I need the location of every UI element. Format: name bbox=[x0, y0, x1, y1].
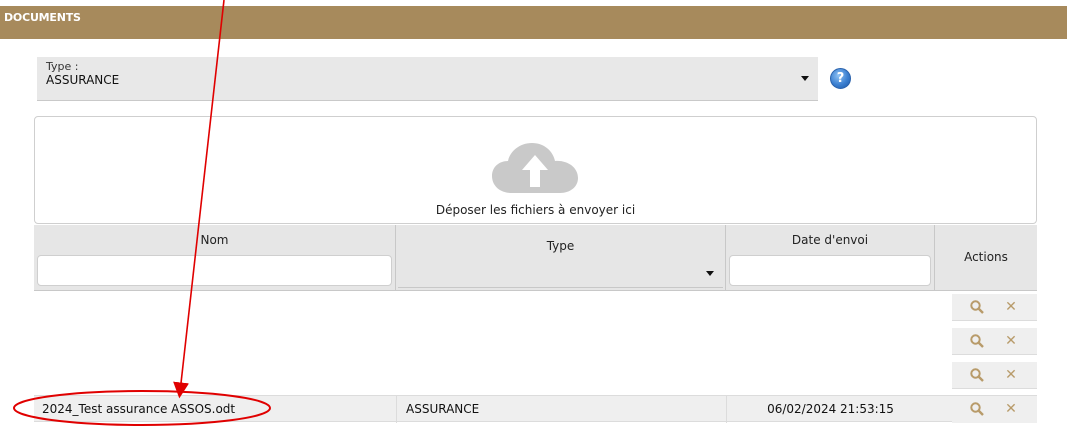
type-filter-select[interactable] bbox=[398, 255, 723, 288]
delete-icon[interactable]: ✕ bbox=[1003, 299, 1019, 315]
type-select-label: Type : bbox=[46, 60, 79, 73]
magnifier-icon[interactable] bbox=[969, 367, 985, 383]
file-dropzone[interactable]: Déposer les fichiers à envoyer ici bbox=[34, 116, 1037, 224]
table-row[interactable]: ✕ bbox=[34, 328, 1037, 355]
chevron-down-icon bbox=[801, 76, 809, 81]
documents-header: DOCUMENTS bbox=[0, 6, 1067, 39]
row-actions: ✕ bbox=[952, 362, 1037, 389]
magnifier-icon[interactable] bbox=[969, 333, 985, 349]
column-header-type: Type bbox=[396, 225, 726, 291]
cell-filename: 2024_Test assurance ASSOS.odt bbox=[42, 402, 236, 416]
delete-icon[interactable]: ✕ bbox=[1003, 333, 1019, 349]
column-header-name: Nom bbox=[34, 225, 396, 291]
cell-type: ASSURANCE bbox=[406, 402, 480, 416]
dropzone-text: Déposer les fichiers à envoyer ici bbox=[435, 203, 636, 217]
table-row[interactable]: ✕ bbox=[34, 362, 1037, 389]
magnifier-icon[interactable] bbox=[969, 299, 985, 315]
column-label-name: Nom bbox=[200, 233, 229, 247]
delete-icon[interactable]: ✕ bbox=[1003, 367, 1019, 383]
documents-title: DOCUMENTS bbox=[4, 11, 81, 24]
table-row[interactable]: ✕ bbox=[34, 294, 1037, 321]
column-label-type: Type bbox=[546, 239, 575, 253]
type-select-value: ASSURANCE bbox=[46, 73, 120, 87]
documents-table: Nom Type Date d'envoi Actions ✕ ✕ ✕ 2024… bbox=[34, 225, 1037, 430]
column-separator bbox=[396, 396, 397, 423]
table-row[interactable]: 2024_Test assurance ASSOS.odt ASSURANCE … bbox=[34, 395, 1037, 423]
column-header-actions: Actions bbox=[935, 225, 1037, 291]
magnifier-icon[interactable] bbox=[969, 401, 985, 417]
row-actions: ✕ bbox=[952, 396, 1037, 423]
cell-date: 06/02/2024 21:53:15 bbox=[767, 402, 894, 416]
column-label-date: Date d'envoi bbox=[791, 233, 869, 247]
date-filter-input[interactable] bbox=[729, 255, 931, 286]
delete-icon[interactable]: ✕ bbox=[1003, 401, 1019, 417]
cloud-upload-icon bbox=[492, 143, 578, 193]
document-type-select[interactable]: Type : ASSURANCE bbox=[37, 57, 818, 101]
help-icon[interactable]: ? bbox=[830, 68, 851, 89]
chevron-down-icon bbox=[706, 271, 714, 276]
row-actions: ✕ bbox=[952, 294, 1037, 321]
column-label-actions: Actions bbox=[964, 250, 1008, 264]
name-filter-input[interactable] bbox=[37, 255, 392, 286]
row-actions: ✕ bbox=[952, 328, 1037, 355]
column-header-date: Date d'envoi bbox=[726, 225, 935, 291]
